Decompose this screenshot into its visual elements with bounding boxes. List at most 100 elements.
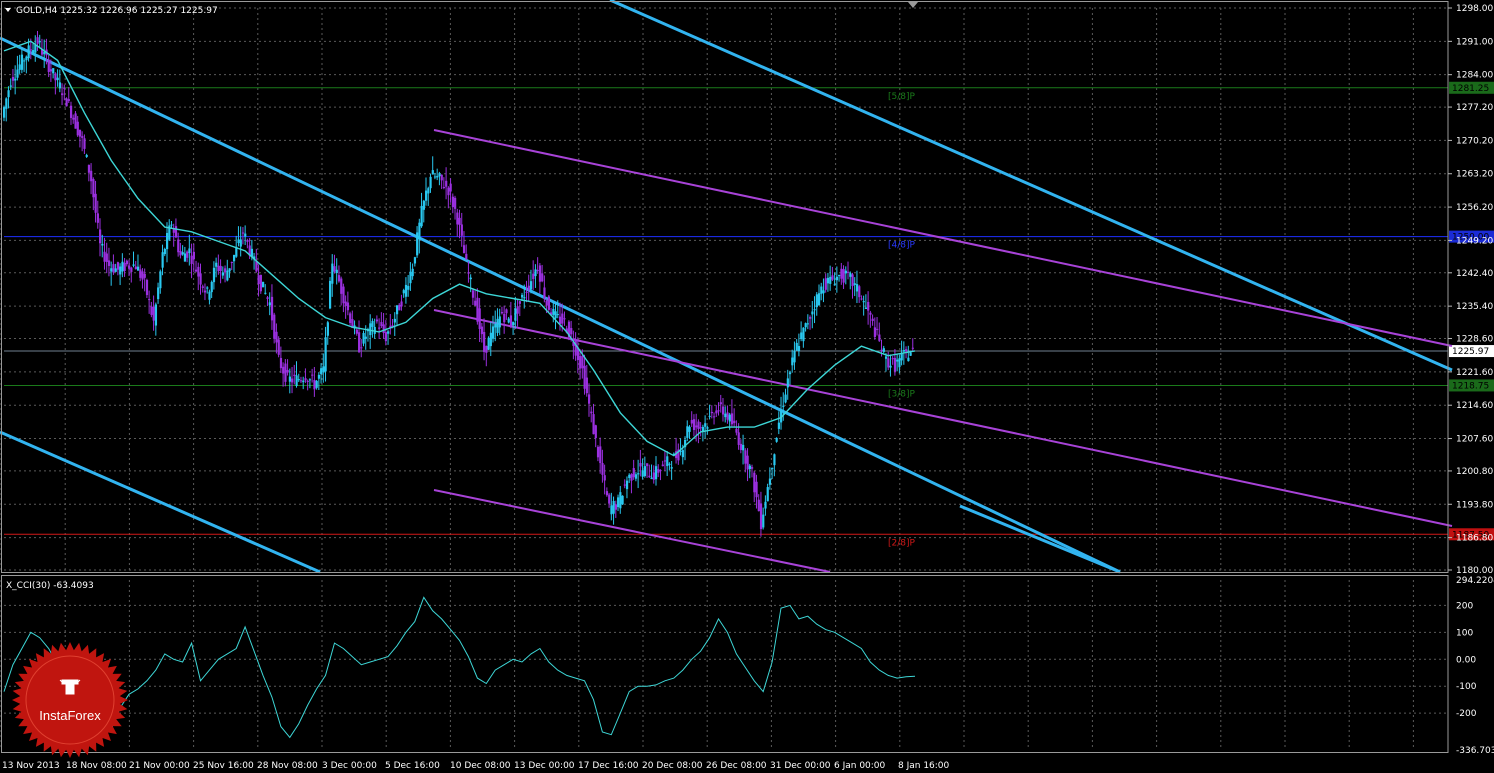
cci-y-tick-label: -336.7034 — [1456, 746, 1494, 756]
candle-body — [440, 174, 443, 181]
candle-body — [617, 497, 620, 508]
candle-body — [612, 500, 615, 514]
candle-body — [608, 494, 611, 504]
candle-body — [246, 240, 249, 242]
candle-body — [244, 233, 247, 237]
candle-body — [458, 217, 461, 225]
candle-body — [94, 193, 97, 213]
candle-body — [614, 504, 617, 510]
x-tick-label: 20 Dec 08:00 — [642, 761, 703, 771]
candle-body — [320, 368, 323, 375]
candle-body — [221, 272, 225, 276]
candle-body — [831, 275, 834, 280]
logo-badge — [12, 642, 128, 758]
candle-body — [92, 179, 95, 198]
candle-body — [896, 359, 899, 362]
candle-body — [295, 375, 298, 387]
candle-body — [496, 318, 499, 333]
x-tick-label: 18 Nov 08:00 — [66, 761, 127, 771]
candle-body — [884, 356, 888, 359]
candle-body — [288, 376, 292, 382]
candle-body — [518, 301, 521, 304]
candle-body — [764, 501, 767, 509]
candle-body — [63, 87, 66, 89]
candle-body — [96, 213, 99, 223]
candle-body — [795, 342, 798, 351]
candle-body — [596, 446, 600, 458]
candle-body — [447, 187, 450, 196]
candle-body — [132, 264, 135, 266]
candle-body — [9, 85, 12, 87]
candle-body — [590, 411, 593, 414]
candle-body — [704, 423, 707, 427]
candle-body — [666, 456, 669, 467]
candle-body — [161, 252, 164, 268]
candle-body — [793, 350, 796, 363]
candle-body — [358, 332, 361, 353]
candle-body — [737, 432, 740, 445]
candle-body — [85, 154, 88, 157]
candle-body — [179, 251, 182, 256]
candle-body — [264, 292, 267, 294]
candle-body — [465, 253, 468, 260]
candle-body — [384, 332, 388, 342]
candle-body — [833, 284, 836, 286]
candle-body — [170, 224, 173, 226]
candle-body — [11, 76, 15, 81]
candle-body — [474, 300, 477, 306]
candle-body — [717, 410, 720, 412]
candle-body — [849, 273, 852, 277]
candle-body — [183, 253, 187, 262]
candle-body — [148, 298, 151, 301]
x-tick-label: 26 Dec 08:00 — [706, 761, 767, 771]
candle-body — [860, 298, 863, 300]
candle-body — [25, 56, 28, 61]
candle-body — [630, 474, 633, 481]
candle-body — [541, 273, 544, 282]
candle-body — [349, 313, 352, 323]
candle-body — [395, 305, 399, 315]
candle-body — [38, 41, 41, 43]
candle-body — [116, 262, 120, 270]
candle-body — [72, 117, 75, 120]
candle-body — [364, 336, 367, 339]
x-tick-label: 5 Dec 16:00 — [385, 761, 440, 771]
candle-body — [498, 316, 501, 328]
candle-body — [744, 450, 747, 464]
candle-body — [355, 329, 358, 334]
candle-body — [181, 252, 184, 255]
candle-body — [659, 470, 662, 472]
candle-body — [150, 306, 153, 315]
trading-chart: [5/8]P1281.25[4/8]P1250.00[3/8]P1218.75[… — [0, 0, 1494, 773]
candle-body — [632, 468, 635, 478]
candle-body — [3, 107, 6, 118]
candle-body — [844, 270, 847, 274]
candle-body — [128, 265, 131, 269]
candle-body — [134, 266, 137, 270]
candle-body — [648, 475, 651, 478]
chart-symbol-title: GOLD,H4 1225.32 1226.96 1225.27 1225.97 — [16, 6, 218, 16]
candle-body — [583, 365, 586, 389]
candle-body — [621, 495, 624, 505]
x-tick-label: 6 Jan 00:00 — [834, 761, 886, 771]
candle-body — [592, 414, 595, 435]
candle-body — [692, 419, 696, 430]
candle-body — [217, 265, 220, 272]
cci-y-tick-label: 0.00 — [1456, 655, 1476, 665]
candle-body — [713, 416, 716, 418]
chart-background — [0, 0, 1494, 773]
cci-y-tick-label: -100 — [1456, 682, 1477, 692]
x-tick-label: 21 Nov 00:00 — [129, 761, 190, 771]
candle-body — [460, 224, 463, 236]
candle-body — [695, 425, 698, 428]
candle-body — [297, 379, 300, 381]
candle-body — [775, 437, 778, 442]
y-tick-label: 1277.20 — [1456, 103, 1493, 113]
candle-body — [454, 197, 457, 209]
candle-body — [49, 69, 53, 72]
candle-body — [878, 334, 881, 341]
candle-body — [471, 290, 475, 298]
candle-body — [337, 275, 341, 282]
candle-body — [610, 505, 613, 515]
x-tick-label: 13 Dec 00:00 — [514, 761, 575, 771]
